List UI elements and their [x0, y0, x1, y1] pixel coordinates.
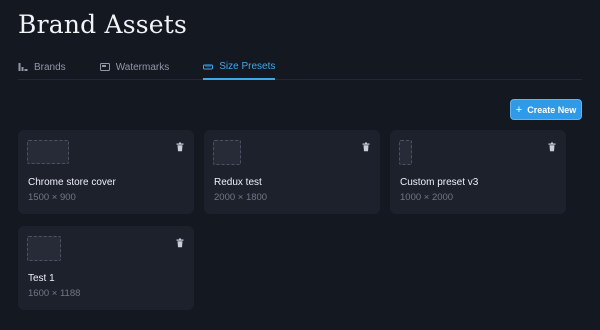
- preset-thumbnail: [399, 140, 412, 165]
- preset-name: Redux test: [214, 177, 262, 188]
- preset-size: 1500 × 900: [28, 192, 76, 203]
- preset-thumbnail: [213, 140, 241, 165]
- tab-size-presets[interactable]: Size Presets: [203, 55, 276, 80]
- trash-icon[interactable]: [175, 235, 185, 248]
- page: Brand Assets Brands Watermarks Size Pres…: [0, 0, 600, 330]
- preset-card[interactable]: Test 1 1600 × 1188: [18, 226, 194, 310]
- create-new-button[interactable]: + Create New: [510, 99, 582, 120]
- trash-icon[interactable]: [361, 139, 371, 152]
- preset-name: Custom preset v3: [400, 177, 479, 188]
- preset-thumbnail: [27, 140, 69, 164]
- create-new-label: Create New: [527, 104, 577, 115]
- tab-bar: Brands Watermarks Size Presets: [18, 55, 582, 80]
- ruler-icon: [203, 62, 214, 72]
- tab-label: Brands: [34, 61, 66, 73]
- plus-icon: +: [515, 103, 523, 116]
- preset-thumbnail: [27, 236, 61, 261]
- preset-size: 1600 × 1188: [28, 288, 81, 299]
- trash-icon[interactable]: [175, 139, 185, 152]
- tab-watermarks[interactable]: Watermarks: [99, 55, 170, 79]
- preset-card[interactable]: Chrome store cover 1500 × 900: [18, 130, 194, 214]
- tab-brands[interactable]: Brands: [18, 55, 66, 79]
- preset-card[interactable]: Custom preset v3 1000 × 2000: [390, 130, 566, 214]
- preset-size: 2000 × 1800: [214, 192, 268, 203]
- preset-name: Chrome store cover: [28, 177, 116, 188]
- preset-size: 1000 × 2000: [400, 192, 454, 203]
- image-icon: [99, 62, 110, 72]
- tab-label: Watermarks: [115, 61, 170, 73]
- page-title: Brand Assets: [18, 10, 188, 39]
- presets-grid: Chrome store cover 1500 × 900 Redux test…: [18, 130, 582, 310]
- tab-label: Size Presets: [219, 61, 276, 72]
- trash-icon[interactable]: [547, 139, 557, 152]
- preset-card[interactable]: Redux test 2000 × 1800: [204, 130, 380, 214]
- brands-icon: [18, 62, 28, 72]
- preset-name: Test 1: [28, 273, 55, 284]
